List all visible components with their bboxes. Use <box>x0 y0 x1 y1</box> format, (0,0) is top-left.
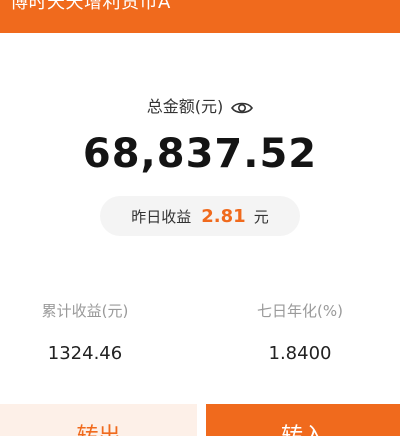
seven-day-yield-value: 1.8400 <box>268 343 332 364</box>
seven-day-yield-label: 七日年化(%) <box>257 302 343 320</box>
yesterday-earnings-value: 2.81 <box>201 205 246 227</box>
transfer-in-button[interactable]: 转入 <box>206 404 400 436</box>
transfer-out-button[interactable]: 转出 <box>0 404 197 436</box>
fund-detail-page: 博时天天增利货币A 总金额(元) 68,837.52 昨日收益 2.81 元 累… <box>0 0 400 436</box>
total-amount-label: 总金额(元) <box>146 97 224 116</box>
yesterday-earnings-label: 昨日收益 <box>131 207 192 226</box>
yesterday-earnings-pill: 昨日收益 2.81 元 <box>100 196 300 236</box>
total-amount-row: 总金额(元) <box>0 95 400 119</box>
stats-section: 累计收益(元) 1324.46 七日年化(%) 1.8400 <box>0 300 400 370</box>
yesterday-earnings-unit: 元 <box>253 207 269 226</box>
total-amount-value: 68,837.52 <box>82 131 318 177</box>
cumulative-earnings-value: 1324.46 <box>47 343 123 364</box>
eye-icon[interactable] <box>231 100 254 114</box>
fund-title: 博时天天增利货币A <box>10 0 171 13</box>
header-bar: 博时天天增利货币A <box>0 0 400 33</box>
cumulative-earnings-label: 累计收益(元) <box>41 302 129 320</box>
seven-day-yield: 七日年化(%) 1.8400 <box>215 300 385 366</box>
cumulative-earnings: 累计收益(元) 1324.46 <box>0 300 185 366</box>
